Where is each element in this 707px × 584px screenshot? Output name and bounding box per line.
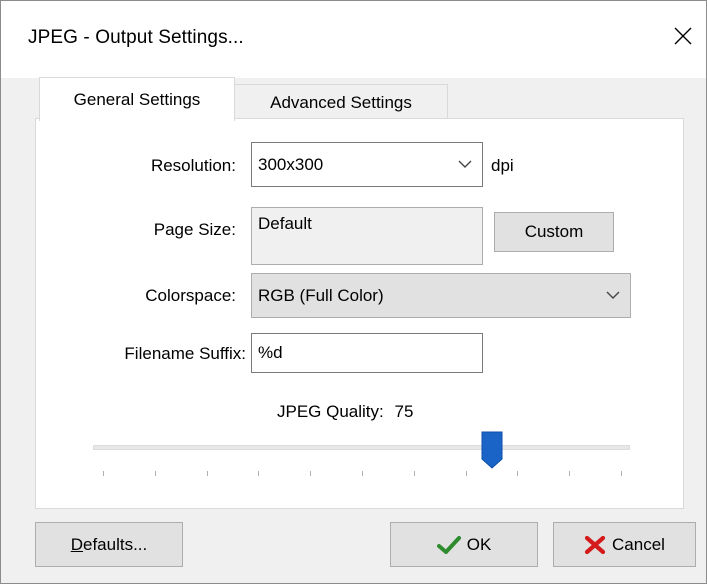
custom-button-label: Custom — [524, 222, 584, 241]
slider-tick — [310, 471, 312, 476]
jpeg-quality-slider[interactable] — [81, 421, 641, 491]
custom-button[interactable]: Custom — [494, 212, 614, 252]
slider-thumb[interactable] — [481, 431, 503, 469]
close-icon — [674, 27, 692, 45]
slider-tick — [569, 471, 571, 476]
tab-label: General Settings — [73, 89, 201, 109]
slider-track — [93, 445, 630, 450]
defaults-button[interactable]: Defaults... — [35, 522, 183, 567]
filename-suffix-input[interactable]: %d — [251, 333, 483, 373]
ok-button[interactable]: OK — [390, 522, 538, 567]
chevron-down-icon — [606, 291, 620, 299]
page-size-field: Default — [251, 207, 483, 265]
colorspace-select[interactable]: RGB (Full Color) — [251, 273, 631, 318]
slider-tick — [413, 471, 415, 476]
filename-suffix-label: Filename Suffix: — [124, 344, 246, 363]
jpeg-quality-caption: JPEG Quality: — [277, 402, 384, 421]
colorspace-label: Colorspace: — [145, 286, 236, 305]
colorspace-value: RGB (Full Color) — [258, 285, 384, 305]
cancel-x-icon — [584, 535, 606, 554]
slider-tick — [103, 471, 104, 476]
window-title: JPEG - Output Settings... — [28, 27, 244, 48]
jpeg-quality-label: JPEG Quality: 75 — [277, 402, 413, 422]
cancel-button-label: Cancel — [612, 534, 665, 554]
cancel-button[interactable]: Cancel — [553, 522, 696, 567]
tab-label: Advanced Settings — [270, 92, 412, 112]
page-size-label: Page Size: — [153, 220, 236, 239]
checkmark-icon — [436, 535, 461, 554]
slider-tick — [517, 471, 519, 476]
defaults-button-label: Defaults... — [70, 534, 148, 554]
page-size-value: Default — [258, 214, 312, 233]
slider-tick — [154, 471, 156, 476]
filename-suffix-value: %d — [258, 343, 283, 362]
close-button[interactable] — [660, 11, 706, 61]
resolution-unit: dpi — [491, 156, 514, 175]
ok-button-label: OK — [466, 534, 492, 554]
dialog-window: JPEG - Output Settings... General Settin… — [0, 0, 707, 584]
resolution-select[interactable]: 300x300 — [251, 142, 483, 187]
slider-tick — [362, 471, 363, 476]
tab-advanced-settings[interactable]: Advanced Settings — [234, 84, 448, 120]
resolution-label: Resolution: — [150, 156, 236, 175]
tab-general-settings[interactable]: General Settings — [39, 77, 235, 121]
slider-tick — [258, 471, 260, 476]
jpeg-quality-value: 75 — [394, 402, 414, 421]
resolution-value: 300x300 — [258, 154, 324, 174]
slider-tick — [621, 471, 622, 476]
slider-tick — [206, 471, 208, 476]
slider-tick — [465, 471, 467, 476]
chevron-down-icon — [458, 160, 472, 168]
title-bar: JPEG - Output Settings... — [1, 1, 706, 78]
